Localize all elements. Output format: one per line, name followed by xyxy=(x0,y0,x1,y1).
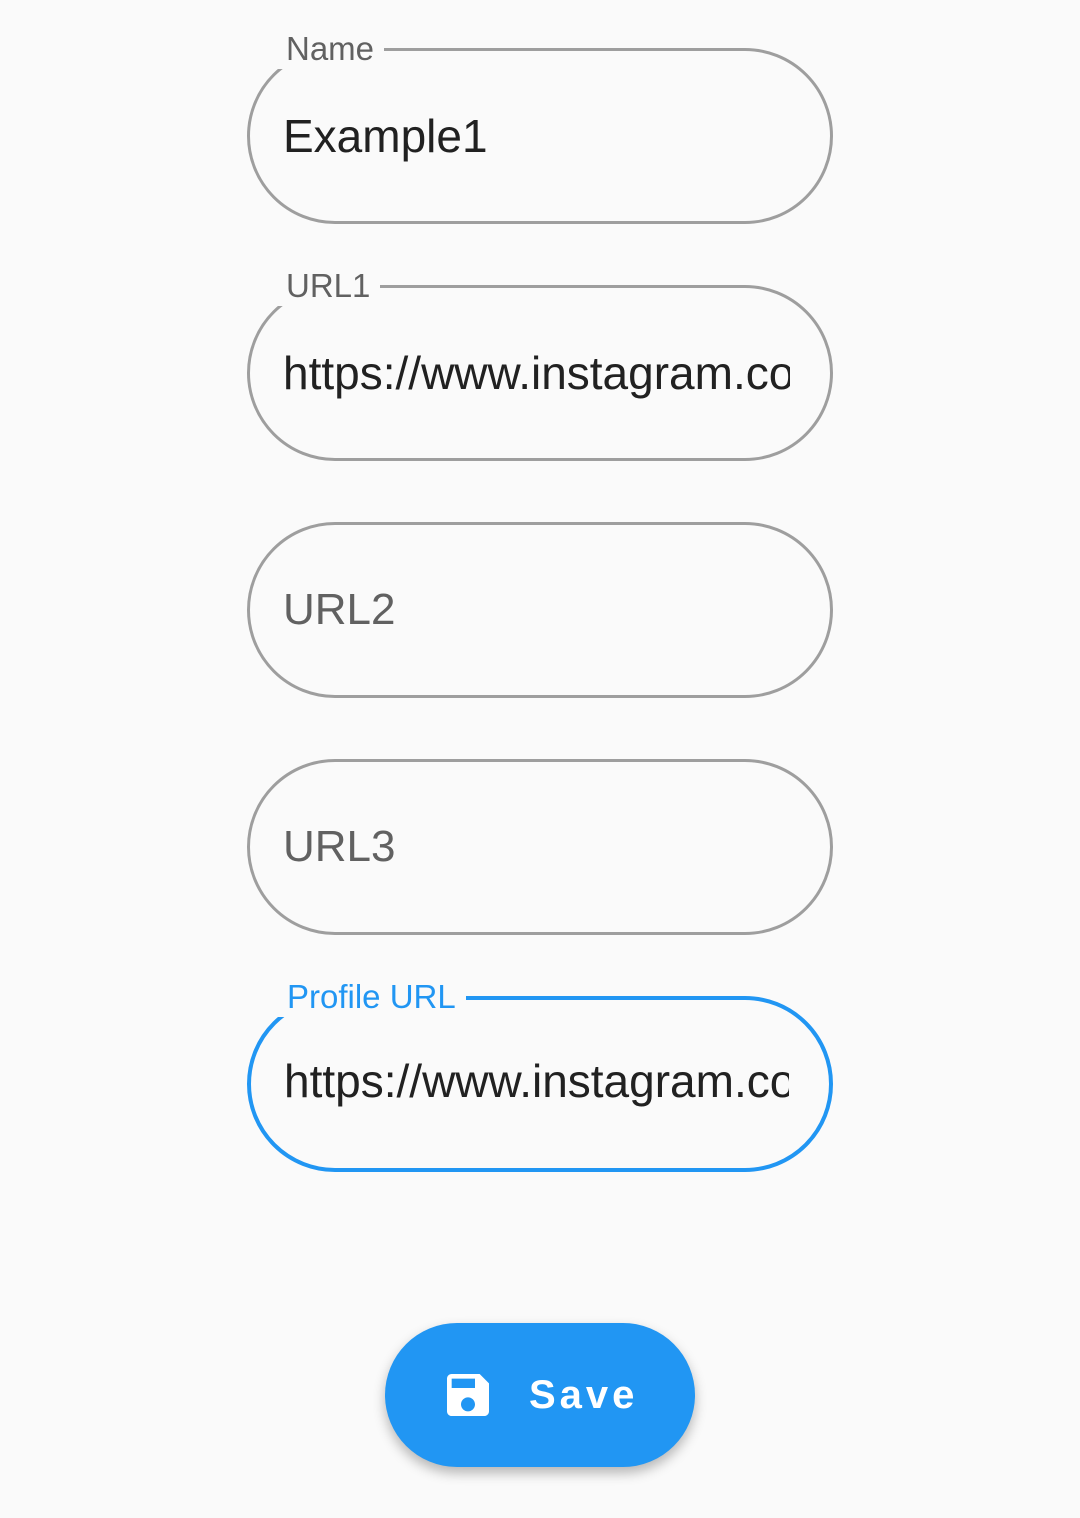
url3-field[interactable]: URL3 xyxy=(247,759,833,935)
edit-profile-form: Name Example1 URL1 https://www.instagram… xyxy=(0,0,1080,1518)
profile-url-field-input-area[interactable]: https://www.instagram.com/instagram xyxy=(284,1000,789,1168)
url1-field[interactable]: URL1 https://www.instagram.com/p/CJlxiWP… xyxy=(247,266,833,461)
url2-field-placeholder: URL2 xyxy=(283,585,396,634)
url3-field-input-area[interactable]: URL3 xyxy=(283,762,790,932)
name-field[interactable]: Name Example1 xyxy=(247,29,833,224)
save-icon xyxy=(447,1374,489,1416)
save-button-label: Save xyxy=(529,1372,639,1417)
name-field-input-area[interactable]: Example1 xyxy=(283,51,790,221)
url2-field[interactable]: URL2 xyxy=(247,522,833,698)
name-field-value: Example1 xyxy=(283,110,488,162)
profile-url-field[interactable]: Profile URL https://www.instagram.com/in… xyxy=(247,977,833,1172)
url1-field-input-area[interactable]: https://www.instagram.com/p/CJlxiWPMp9n/ xyxy=(283,288,790,458)
url2-field-input-area[interactable]: URL2 xyxy=(283,525,790,695)
profile-url-field-value: https://www.instagram.com/instagram xyxy=(284,1058,789,1111)
save-button[interactable]: Save xyxy=(385,1323,695,1467)
profile-url-value-prefix: https://www.instagram.com/ xyxy=(284,1054,789,1107)
url3-field-placeholder: URL3 xyxy=(283,822,396,871)
url1-field-value: https://www.instagram.com/p/CJlxiWPMp9n/ xyxy=(283,347,790,399)
